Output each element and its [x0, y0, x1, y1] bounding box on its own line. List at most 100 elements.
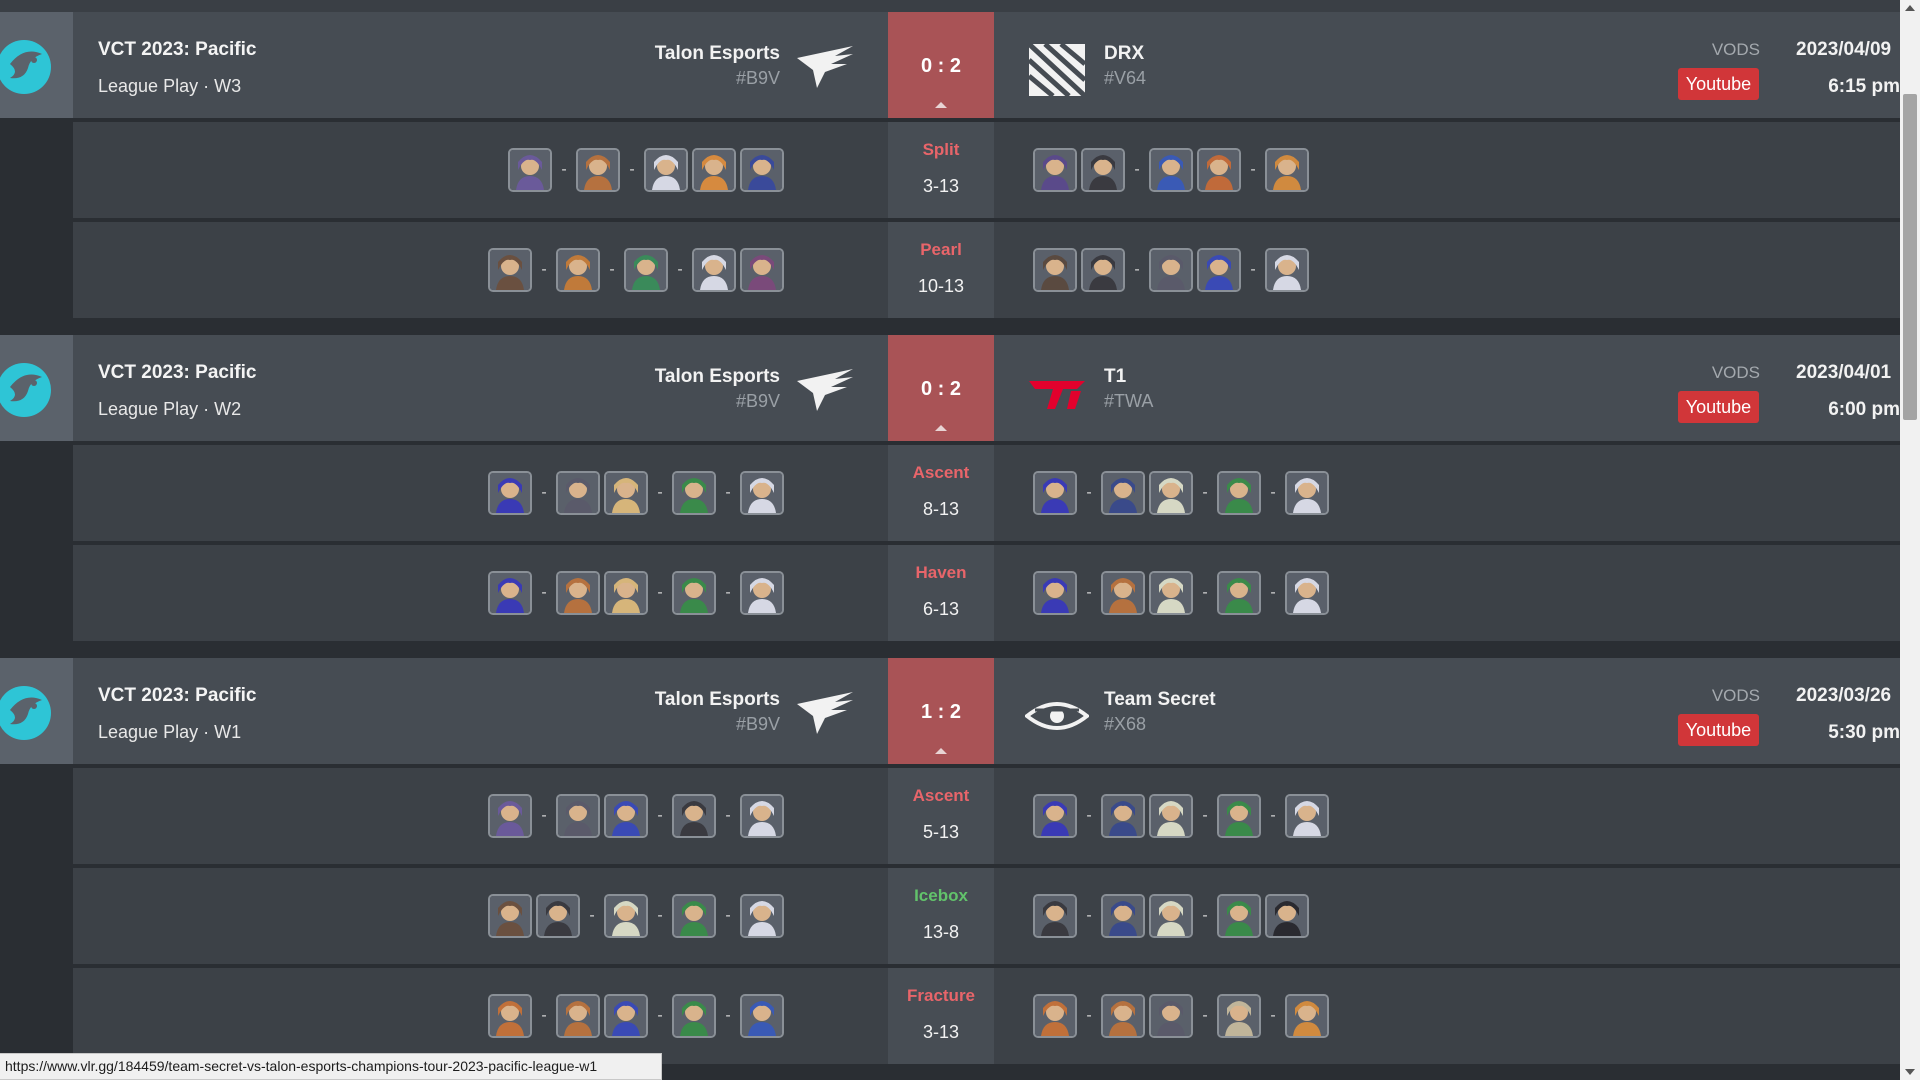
agent-portrait-icon[interactable]	[556, 994, 600, 1038]
agent-portrait-icon[interactable]	[1101, 571, 1145, 615]
agent-portrait-icon[interactable]	[1033, 248, 1077, 292]
agent-portrait-icon[interactable]	[1265, 894, 1309, 938]
match-score-box[interactable]: 1 : 2	[888, 658, 994, 764]
page-scrollbar[interactable]	[1900, 0, 1920, 1080]
collapse-caret-icon[interactable]	[935, 102, 947, 108]
agent-portrait-icon[interactable]	[508, 148, 552, 192]
map-row[interactable]: - - - Fracture 3-13 - - -	[73, 968, 1900, 1068]
agent-portrait-icon[interactable]	[1285, 994, 1329, 1038]
agent-portrait-icon[interactable]	[644, 148, 688, 192]
agent-portrait-icon[interactable]	[604, 471, 648, 515]
agent-portrait-icon[interactable]	[1149, 248, 1193, 292]
agent-portrait-icon[interactable]	[1285, 571, 1329, 615]
match-score-box[interactable]: 0 : 2	[888, 12, 994, 118]
agent-portrait-icon[interactable]	[1033, 571, 1077, 615]
agent-portrait-icon[interactable]	[556, 571, 600, 615]
agent-portrait-icon[interactable]	[1081, 248, 1125, 292]
agent-portrait-icon[interactable]	[536, 894, 580, 938]
map-row[interactable]: - - - Pearl 10-13- -	[73, 222, 1900, 322]
agent-portrait-icon[interactable]	[624, 248, 668, 292]
agent-portrait-icon[interactable]	[556, 248, 600, 292]
agent-portrait-icon[interactable]	[1081, 148, 1125, 192]
agent-portrait-icon[interactable]	[740, 571, 784, 615]
agent-portrait-icon[interactable]	[1149, 994, 1193, 1038]
t1-logo-icon[interactable]	[1025, 365, 1089, 421]
agent-portrait-icon[interactable]	[672, 894, 716, 938]
agent-portrait-icon[interactable]	[1033, 794, 1077, 838]
event-name[interactable]: VCT 2023: Pacific	[98, 39, 256, 61]
agent-portrait-icon[interactable]	[740, 994, 784, 1038]
youtube-vod-button[interactable]: Youtube	[1678, 68, 1759, 100]
team2-name[interactable]: DRX	[1104, 43, 1144, 65]
agent-portrait-icon[interactable]	[1149, 894, 1193, 938]
agent-portrait-icon[interactable]	[1217, 794, 1261, 838]
agent-portrait-icon[interactable]	[1265, 148, 1309, 192]
agent-portrait-icon[interactable]	[1217, 571, 1261, 615]
agent-portrait-icon[interactable]	[1217, 471, 1261, 515]
talon-logo-icon[interactable]	[795, 365, 855, 415]
team1-name[interactable]: Talon Esports	[655, 366, 780, 388]
agent-portrait-icon[interactable]	[604, 894, 648, 938]
agent-portrait-icon[interactable]	[1033, 994, 1077, 1038]
agent-portrait-icon[interactable]	[1265, 248, 1309, 292]
drx-logo-icon[interactable]	[1025, 42, 1089, 98]
agent-portrait-icon[interactable]	[672, 794, 716, 838]
agent-portrait-icon[interactable]	[488, 248, 532, 292]
map-row[interactable]: - - - Ascent 5-13 - - -	[73, 768, 1900, 868]
event-name[interactable]: VCT 2023: Pacific	[98, 685, 256, 707]
agent-portrait-icon[interactable]	[1149, 571, 1193, 615]
agent-portrait-icon[interactable]	[488, 894, 532, 938]
agent-portrait-icon[interactable]	[1033, 471, 1077, 515]
map-row[interactable]: - - - Icebox 13-8- -	[73, 868, 1900, 968]
map-row[interactable]: - - Split 3-13- -	[73, 122, 1900, 222]
agent-portrait-icon[interactable]	[740, 894, 784, 938]
team1-name[interactable]: Talon Esports	[655, 43, 780, 65]
agent-portrait-icon[interactable]	[556, 794, 600, 838]
agent-portrait-icon[interactable]	[604, 994, 648, 1038]
youtube-vod-button[interactable]: Youtube	[1678, 714, 1759, 746]
agent-portrait-icon[interactable]	[1197, 148, 1241, 192]
event-name[interactable]: VCT 2023: Pacific	[98, 362, 256, 384]
match-header-row[interactable]: VCT 2023: Pacific League Play · W2 Talon E…	[0, 335, 1900, 441]
agent-portrait-icon[interactable]	[1033, 894, 1077, 938]
agent-portrait-icon[interactable]	[740, 148, 784, 192]
agent-portrait-icon[interactable]	[1101, 794, 1145, 838]
agent-portrait-icon[interactable]	[604, 794, 648, 838]
team2-name[interactable]: T1	[1104, 366, 1126, 388]
agent-portrait-icon[interactable]	[740, 248, 784, 292]
agent-portrait-icon[interactable]	[672, 994, 716, 1038]
agent-portrait-icon[interactable]	[1101, 894, 1145, 938]
agent-portrait-icon[interactable]	[672, 571, 716, 615]
agent-portrait-icon[interactable]	[740, 794, 784, 838]
scroll-up-arrow-icon[interactable]	[1905, 5, 1915, 11]
agent-portrait-icon[interactable]	[1033, 148, 1077, 192]
agent-portrait-icon[interactable]	[604, 571, 648, 615]
agent-portrait-icon[interactable]	[1217, 894, 1261, 938]
match-score-box[interactable]: 0 : 2	[888, 335, 994, 441]
agent-portrait-icon[interactable]	[576, 148, 620, 192]
collapse-caret-icon[interactable]	[935, 425, 947, 431]
event-logo-icon[interactable]	[0, 335, 73, 441]
map-row[interactable]: - - - Ascent 8-13 - - -	[73, 445, 1900, 545]
agent-portrait-icon[interactable]	[488, 471, 532, 515]
talon-logo-icon[interactable]	[795, 42, 855, 92]
event-logo-icon[interactable]	[0, 658, 73, 764]
agent-portrait-icon[interactable]	[1285, 471, 1329, 515]
agent-portrait-icon[interactable]	[1101, 994, 1145, 1038]
agent-portrait-icon[interactable]	[1149, 471, 1193, 515]
match-header-row[interactable]: VCT 2023: Pacific League Play · W1 Talon E…	[0, 658, 1900, 764]
agent-portrait-icon[interactable]	[692, 248, 736, 292]
team2-name[interactable]: Team Secret	[1104, 689, 1216, 711]
team1-name[interactable]: Talon Esports	[655, 689, 780, 711]
agent-portrait-icon[interactable]	[692, 148, 736, 192]
agent-portrait-icon[interactable]	[488, 794, 532, 838]
agent-portrait-icon[interactable]	[1197, 248, 1241, 292]
team-secret-logo-icon[interactable]	[1023, 688, 1091, 744]
map-row[interactable]: - - - Haven 6-13 - - -	[73, 545, 1900, 645]
collapse-caret-icon[interactable]	[935, 748, 947, 754]
youtube-vod-button[interactable]: Youtube	[1678, 391, 1759, 423]
agent-portrait-icon[interactable]	[1285, 794, 1329, 838]
agent-portrait-icon[interactable]	[1101, 471, 1145, 515]
agent-portrait-icon[interactable]	[488, 571, 532, 615]
agent-portrait-icon[interactable]	[488, 994, 532, 1038]
